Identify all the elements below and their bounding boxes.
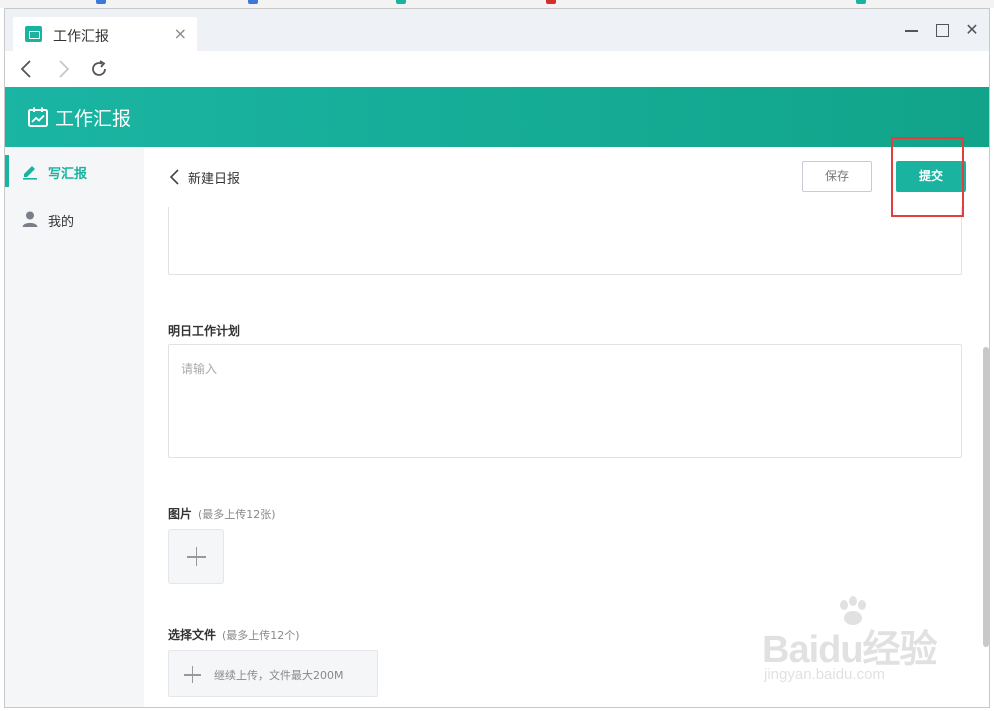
taskbar-app-icon xyxy=(546,0,556,4)
images-label: 图片 xyxy=(168,507,193,521)
sidebar-item-label: 我的 xyxy=(48,215,75,230)
main-content: 新建日报 保存 提交 明日工作计划 请输入 图片 (最多上传12张) 选择文件 (最… xyxy=(144,137,989,707)
user-icon xyxy=(21,210,39,228)
images-hint: (最多上传12张) xyxy=(198,508,276,521)
calendar-chart-icon xyxy=(27,106,49,128)
plan-label: 明日工作计划 xyxy=(168,324,241,338)
app-title: 工作汇报 xyxy=(55,108,132,130)
desktop-taskbar-strip xyxy=(0,0,994,8)
taskbar-app-icon xyxy=(248,0,258,4)
taskbar-app-icon xyxy=(96,0,106,4)
scrollbar-thumb[interactable] xyxy=(983,347,989,647)
taskbar-app-icon xyxy=(396,0,406,4)
add-image-button[interactable] xyxy=(168,529,224,584)
plan-textarea[interactable]: 请输入 xyxy=(168,344,962,458)
tab-bar: 工作汇报 × ✕ xyxy=(5,9,989,51)
save-button[interactable]: 保存 xyxy=(802,161,872,192)
scrollbar[interactable] xyxy=(981,347,989,707)
files-label: 选择文件 xyxy=(168,628,217,642)
page-title: 新建日报 xyxy=(188,172,241,187)
sidebar-item-write-report[interactable]: 写汇报 xyxy=(5,151,144,191)
maximize-icon[interactable] xyxy=(931,19,953,41)
page-header: 新建日报 保存 提交 xyxy=(144,137,989,217)
tab-title: 工作汇报 xyxy=(53,29,109,45)
images-section-label: 图片 (最多上传12张) xyxy=(168,505,276,522)
calendar-icon xyxy=(25,26,42,42)
plan-placeholder: 请输入 xyxy=(181,362,218,376)
sidebar-item-mine[interactable]: 我的 xyxy=(5,199,144,239)
reload-icon[interactable] xyxy=(87,57,111,81)
sidebar-item-label: 写汇报 xyxy=(48,167,88,182)
plus-icon xyxy=(191,666,193,683)
plan-section-label: 明日工作计划 xyxy=(168,322,240,339)
plus-icon xyxy=(195,547,197,566)
upload-file-button[interactable]: 继续上传，文件最大200M xyxy=(168,650,378,697)
previous-textarea[interactable] xyxy=(168,203,962,275)
app-header: 工作汇报 xyxy=(5,87,989,147)
sidebar: 写汇报 我的 xyxy=(5,147,144,707)
submit-button[interactable]: 提交 xyxy=(896,161,966,192)
files-section-label: 选择文件 (最多上传12个) xyxy=(168,626,300,643)
close-window-icon[interactable]: ✕ xyxy=(961,19,983,41)
files-hint: (最多上传12个) xyxy=(222,629,300,642)
upload-file-label: 继续上传，文件最大200M xyxy=(214,669,344,682)
tab-work-report[interactable]: 工作汇报 × xyxy=(13,17,197,51)
forward-arrow-icon[interactable] xyxy=(51,57,75,81)
pencil-icon xyxy=(21,162,39,180)
back-arrow-icon[interactable] xyxy=(15,57,39,81)
app-window: 工作汇报 × ✕ 工作汇报 写汇报 我的 新建日报 保存 提交 明日工作计划 请… xyxy=(4,8,990,708)
taskbar-app-icon xyxy=(856,0,866,4)
close-tab-icon[interactable]: × xyxy=(174,24,187,43)
minimize-icon[interactable] xyxy=(901,19,923,41)
navigation-bar xyxy=(5,51,989,87)
